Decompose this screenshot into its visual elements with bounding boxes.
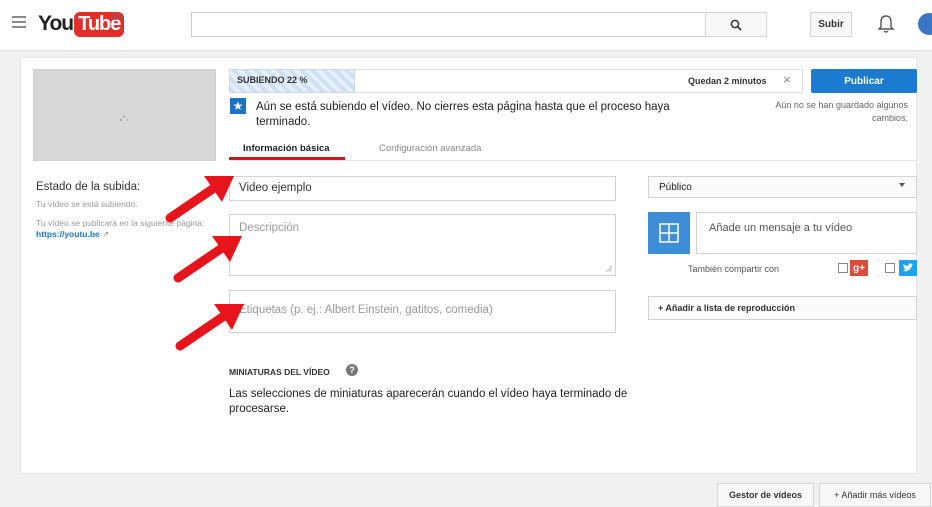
- upload-status-title: Estado de la subida:: [36, 181, 141, 193]
- share-message-input[interactable]: Añade un mensaje a tu vídeo: [696, 212, 917, 254]
- upload-progress-label: SUBIENDO 22 %: [237, 75, 308, 85]
- loading-spinner-icon: [119, 112, 129, 125]
- title-field[interactable]: Video ejemplo: [229, 176, 616, 201]
- star-icon: ★: [230, 98, 246, 114]
- tab-advanced-settings[interactable]: Configuración avanzada: [379, 143, 481, 154]
- thumbnails-info-text: Las selecciones de miniaturas aparecerán…: [229, 388, 628, 415]
- thumbnails-heading: MINIATURAS DEL VÍDEO: [229, 367, 330, 377]
- privacy-select[interactable]: Público: [648, 176, 917, 198]
- description-placeholder: Descripción: [239, 222, 300, 234]
- add-to-playlist-button[interactable]: + Añadir a lista de reproducción: [648, 296, 917, 320]
- chevron-down-icon: [899, 183, 905, 187]
- link-arrow-icon: ↗: [102, 229, 110, 239]
- tab-basic-info[interactable]: Información básica: [243, 143, 330, 154]
- twitter-icon: [899, 260, 917, 276]
- help-icon[interactable]: ?: [346, 364, 358, 376]
- upload-status-subtitle: Tu vídeo se está subiendo.: [36, 199, 138, 209]
- annotation-arrow-1: [165, 176, 234, 223]
- upload-button[interactable]: Subir: [810, 12, 852, 37]
- share-also-label: También compartir con: [688, 264, 780, 274]
- logo-you-text: You: [38, 12, 74, 35]
- share-avatar: [648, 212, 690, 254]
- publish-button[interactable]: Publicar: [811, 69, 917, 93]
- time-remaining: Quedan 2 minutos: [688, 76, 767, 86]
- notifications-bell-icon[interactable]: [876, 13, 896, 35]
- tabs-divider: [229, 160, 917, 161]
- unsaved-changes-text: Aún no se han guardado algunos cambios.: [775, 100, 908, 123]
- annotation-arrow-2: [173, 236, 242, 283]
- resize-grip-icon[interactable]: [606, 266, 612, 272]
- annotation-arrow-3: [175, 304, 244, 351]
- menu-icon[interactable]: [12, 16, 26, 28]
- video-manager-button[interactable]: Gestor de vídeos: [717, 483, 814, 507]
- region-label: ES: [112, 12, 125, 22]
- video-url-link[interactable]: https://youtu.be: [36, 229, 100, 239]
- search-input[interactable]: [191, 12, 705, 37]
- upload-notice: Aún se está subiendo el vídeo. No cierre…: [256, 101, 670, 128]
- cancel-upload-close-icon[interactable]: ×: [783, 72, 791, 87]
- tags-field[interactable]: Etiquetas (p. ej.: Albert Einstein, gati…: [229, 290, 616, 333]
- google-plus-icon: g+: [850, 260, 868, 276]
- add-more-videos-button[interactable]: + Añadir más vídeos: [819, 483, 931, 507]
- description-field[interactable]: Descripción: [229, 214, 616, 276]
- gplus-share-checkbox[interactable]: [838, 263, 848, 273]
- twitter-share-checkbox[interactable]: [885, 263, 895, 273]
- search-button[interactable]: [705, 12, 767, 37]
- search-icon: [730, 19, 742, 31]
